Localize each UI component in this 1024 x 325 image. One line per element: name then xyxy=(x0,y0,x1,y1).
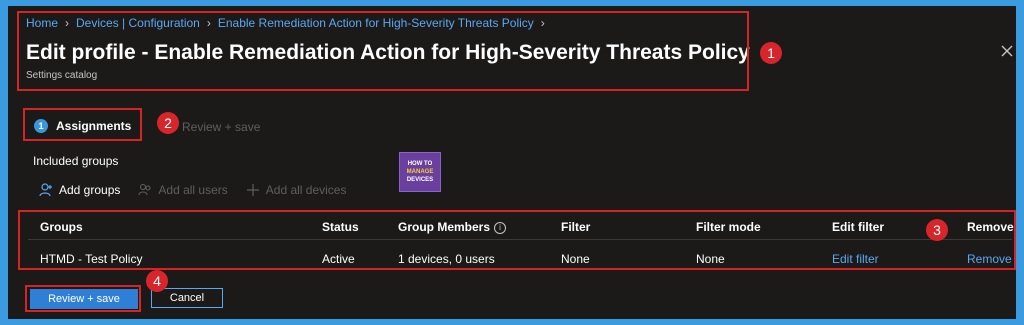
add-all-users-label: Add all users xyxy=(158,183,228,197)
annotation-box-header xyxy=(17,11,749,91)
callout-badge-2: 2 xyxy=(157,112,179,134)
callout-badge-3: 3 xyxy=(926,219,948,241)
add-groups-label: Add groups xyxy=(59,183,121,197)
add-groups-button[interactable]: Add groups xyxy=(39,183,120,197)
htmd-logo: HOW TO MANAGE DEVICES xyxy=(399,152,441,192)
plus-icon xyxy=(246,184,259,196)
add-person-icon xyxy=(39,183,52,197)
logo-line-3: DEVICES xyxy=(406,177,434,183)
add-all-devices-button[interactable]: Add all devices xyxy=(246,183,347,197)
edit-profile-panel: Home › Devices | Configuration › Enable … xyxy=(8,6,1016,319)
tab-review-save[interactable]: Review + save xyxy=(182,120,260,134)
logo-line-1: HOW TO xyxy=(407,161,433,167)
annotation-box-review-save xyxy=(25,285,141,312)
add-all-users-button[interactable]: Add all users xyxy=(138,183,228,197)
users-icon xyxy=(138,183,151,196)
callout-badge-4: 4 xyxy=(146,270,168,292)
included-groups-heading: Included groups xyxy=(33,154,119,168)
callout-badge-1: 1 xyxy=(760,42,782,64)
close-icon[interactable] xyxy=(1000,44,1014,58)
cancel-button[interactable]: Cancel xyxy=(151,288,223,308)
logo-line-2: MANAGE xyxy=(406,169,434,175)
assignment-toolbar: Add groups Add all users Add all devices xyxy=(39,183,346,197)
add-all-devices-label: Add all devices xyxy=(265,183,347,197)
annotation-box-tab xyxy=(23,108,142,141)
annotation-box-table xyxy=(18,210,1016,270)
